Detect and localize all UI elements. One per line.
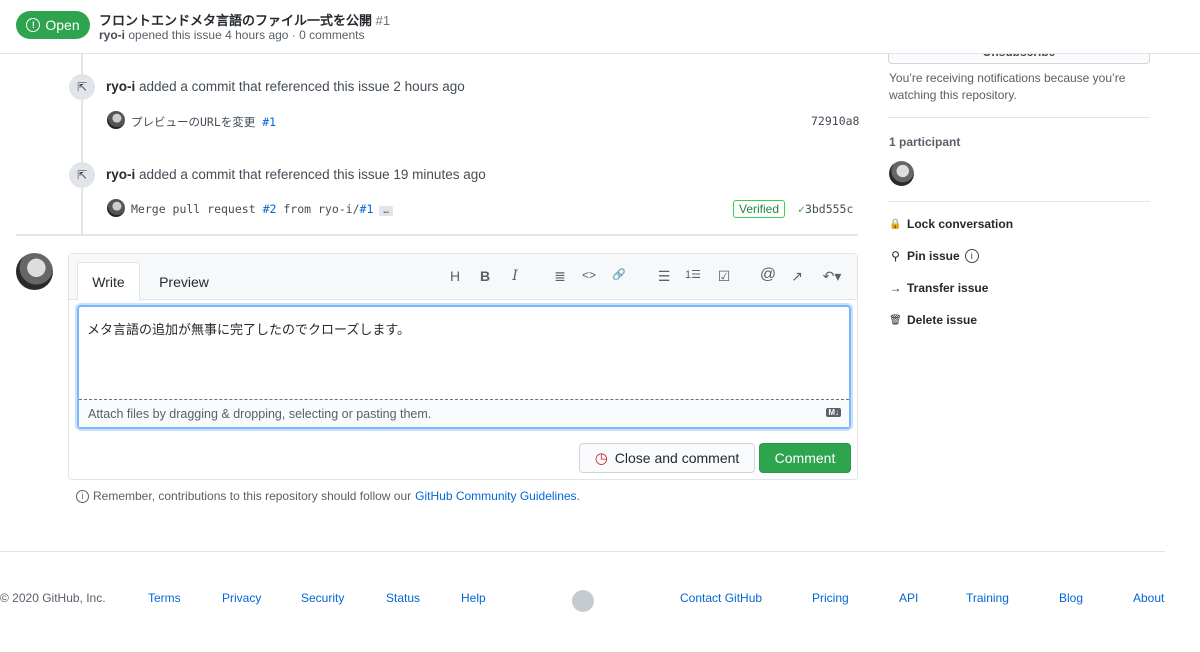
commit-sha[interactable]: ✓3bd555c [798, 202, 853, 216]
github-logo-icon[interactable] [572, 590, 594, 612]
cross-reference-icon: ⇱ [69, 162, 95, 188]
saved-replies-icon[interactable]: ↶▾ [817, 268, 847, 285]
event-text: added a commit that referenced this issu… [139, 167, 486, 182]
attach-files-bar[interactable]: Attach files by dragging & dropping, sel… [79, 399, 849, 427]
event-text: added a commit that referenced this issu… [139, 79, 465, 94]
commit-text-2[interactable]: from ryo-i/ [283, 202, 359, 216]
footer-link-training[interactable]: Training [966, 591, 1009, 605]
italic-icon[interactable]: I [505, 268, 525, 284]
avatar[interactable] [107, 199, 125, 217]
action-label: Transfer issue [907, 281, 989, 295]
task-list-icon[interactable]: ☑ [714, 268, 734, 285]
pin-issue-link[interactable]: ⚲ Pin issue i [889, 249, 979, 263]
issue-meta: ryo-i opened this issue 4 hours ago · 0 … [99, 28, 365, 42]
notification-reason: You’re receiving notifications because y… [889, 71, 1126, 102]
footer-link-api[interactable]: API [899, 591, 918, 605]
commit-message: プレビューのURLを変更 #1 [131, 114, 276, 130]
comment-button[interactable]: Comment [759, 443, 851, 473]
link-icon[interactable]: 🔗 [609, 268, 629, 281]
note-end: . [576, 489, 580, 503]
issue-title: フロントエンドメタ言語のファイル一式を公開 #1 [99, 10, 390, 29]
status-label: Open [45, 17, 80, 33]
issue-ref-link[interactable]: #1 [262, 115, 276, 129]
cross-reference-icon[interactable]: ↗ [787, 268, 807, 285]
editor-toolbar: Write Preview H B I ≣ <> 🔗 ☰ 1☰ ☑ @ ↗ ↶▾ [69, 254, 857, 301]
arrow-right-icon: → [889, 281, 902, 295]
user-avatar[interactable] [16, 253, 53, 290]
sha-text: 3bd555c [804, 202, 854, 216]
info-icon[interactable]: i [964, 249, 979, 263]
commit-sha[interactable]: 72910a8 [811, 114, 859, 128]
footer-link-pricing[interactable]: Pricing [812, 591, 849, 605]
avatar[interactable] [107, 111, 125, 129]
actor-link[interactable]: ryo-i [106, 79, 135, 94]
pr-ref-link[interactable]: #2 [263, 202, 277, 216]
heading-icon[interactable]: H [445, 268, 465, 284]
bold-icon[interactable]: B [475, 268, 495, 284]
sidebar-divider [888, 201, 1150, 202]
markdown-icon[interactable]: M↓ [826, 408, 841, 417]
expand-button[interactable]: … [379, 206, 393, 216]
tab-write[interactable]: Write [77, 262, 140, 301]
cross-reference-icon: ⇱ [69, 74, 95, 100]
tab-preview[interactable]: Preview [149, 262, 219, 301]
participant-avatar[interactable] [889, 161, 914, 186]
timeline-event: ryo-i added a commit that referenced thi… [106, 79, 465, 94]
timeline-event: ryo-i added a commit that referenced thi… [106, 167, 486, 182]
lock-conversation-link[interactable]: 🔒 Lock conversation [889, 217, 1013, 231]
delete-issue-link[interactable]: 🗑 Delete issue [889, 313, 977, 327]
meta-text: opened this issue 4 hours ago · 0 commen… [128, 28, 365, 42]
quote-icon[interactable]: ≣ [550, 268, 570, 285]
issue-closed-icon: ◷ [594, 450, 608, 467]
footer-link-privacy[interactable]: Privacy [222, 591, 261, 605]
footer-link-about[interactable]: About [1133, 591, 1164, 605]
textarea-value: メタ言語の追加が無事に完了したのでクローズします。 [87, 322, 411, 337]
check-icon: ✓ [798, 202, 805, 216]
issue-number: #1 [375, 13, 391, 28]
issue-ref-link[interactable]: #1 [360, 202, 374, 216]
commit-text[interactable]: Merge pull request [131, 202, 256, 216]
comment-textarea[interactable]: メタ言語の追加が無事に完了したのでクローズします。 Attach files b… [77, 305, 851, 429]
close-and-comment-button[interactable]: ◷ Close and comment [579, 443, 755, 473]
timeline-divider [16, 234, 858, 236]
code-icon[interactable]: <> [579, 268, 599, 282]
guidelines-link[interactable]: GitHub Community Guidelines [415, 489, 576, 503]
attach-text: Attach files by dragging & dropping, sel… [88, 407, 432, 421]
note-text: Remember, contributions to this reposito… [93, 489, 412, 503]
commit-text[interactable]: プレビューのURLを変更 [131, 115, 255, 129]
sidebar-divider [888, 117, 1150, 118]
footer-link-terms[interactable]: Terms [148, 591, 181, 605]
footer-link-contact[interactable]: Contact GitHub [680, 591, 762, 605]
title-text: フロントエンドメタ言語のファイル一式を公開 [99, 13, 373, 28]
verified-badge[interactable]: Verified [733, 200, 786, 218]
pin-icon: ⚲ [891, 249, 900, 263]
footer-copyright: © 2020 GitHub, Inc. [0, 591, 106, 605]
action-label: Delete issue [907, 313, 978, 327]
numbered-list-icon[interactable]: 1☰ [683, 268, 703, 281]
info-icon: i [76, 489, 89, 503]
commit-message: Merge pull request #2 from ryo-i/#1 … [131, 202, 393, 216]
comment-form: Write Preview H B I ≣ <> 🔗 ☰ 1☰ ☑ @ ↗ ↶▾… [68, 253, 858, 480]
footer-divider [0, 551, 1165, 552]
issue-header: ! Open フロントエンドメタ言語のファイル一式を公開 #1 ryo-i ope… [0, 0, 1200, 54]
guidelines-note: i Remember, contributions to this reposit… [76, 489, 580, 503]
trash-icon: 🗑 [889, 314, 902, 326]
action-label: Pin issue [907, 249, 960, 263]
footer-link-security[interactable]: Security [301, 591, 344, 605]
footer-link-help[interactable]: Help [461, 591, 486, 605]
footer-link-status[interactable]: Status [386, 591, 420, 605]
action-label: Lock conversation [907, 217, 1014, 231]
issue-open-icon: ! [26, 18, 41, 32]
lock-icon: 🔒 [889, 218, 902, 230]
status-badge: ! Open [16, 11, 90, 39]
actor-link[interactable]: ryo-i [106, 167, 135, 182]
participants-heading: 1 participant [889, 135, 961, 149]
mention-icon[interactable]: @ [758, 266, 778, 284]
bullet-list-icon[interactable]: ☰ [654, 268, 674, 285]
footer-link-blog[interactable]: Blog [1059, 591, 1083, 605]
transfer-issue-link[interactable]: → Transfer issue [889, 281, 989, 295]
author-link[interactable]: ryo-i [99, 28, 125, 42]
close-label: Close and comment [614, 450, 740, 466]
